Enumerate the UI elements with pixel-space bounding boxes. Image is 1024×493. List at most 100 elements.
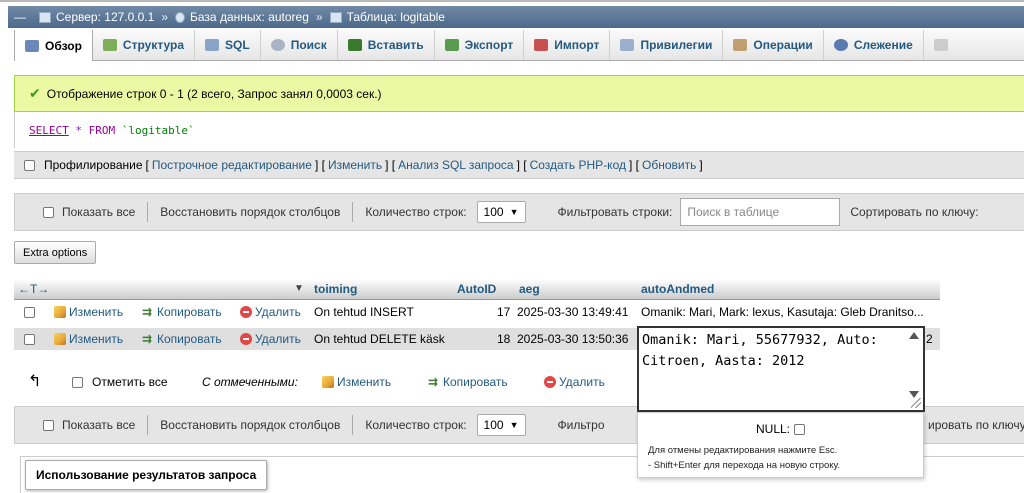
tab-label: Экспорт — [464, 38, 514, 52]
bulk-copy-button[interactable]: ⇉ Копировать — [428, 375, 508, 389]
tab-operations[interactable]: Операции — [723, 30, 824, 60]
bulk-actions: ↰ Отметить все С отмеченными: Изменить ⇉… — [14, 370, 654, 396]
show-all-checkbox[interactable] — [43, 206, 54, 218]
cell-autoid[interactable]: 17 — [497, 305, 510, 319]
rows-count-value: 100 — [483, 418, 504, 432]
edit-query-link[interactable]: Изменить — [328, 158, 382, 172]
check-all-checkbox[interactable] — [72, 377, 83, 388]
editor-help-shift-enter: - Shift+Enter для перехода на новую стро… — [648, 460, 840, 471]
cell-edit-textarea[interactable]: Omanik: Mari, 55677932, Auto: Citroen, A… — [639, 328, 902, 406]
column-header-toiming[interactable]: toiming — [314, 282, 357, 296]
table-icon — [329, 11, 342, 23]
filter-rows-input[interactable]: Поиск в таблице — [680, 198, 841, 226]
breadcrumb-table[interactable]: Таблица: logitable — [347, 10, 445, 24]
cell-toiming[interactable]: On tehtud DELETE käsk — [314, 332, 445, 346]
rows-count-select[interactable]: 100 ▼ — [476, 201, 526, 223]
extra-options-button[interactable]: Extra options — [14, 241, 97, 264]
tab-structure[interactable]: Структура — [93, 30, 196, 60]
rows-count-label: Количество строк: — [365, 418, 467, 432]
tracking-icon — [833, 39, 848, 51]
tab-label: Операции — [753, 38, 813, 52]
breadcrumb-separator: » — [161, 10, 169, 24]
top-accent-line — [0, 0, 1024, 2]
delete-row-button[interactable]: Удалить — [240, 332, 301, 346]
sql-select-keyword[interactable]: SELECT — [29, 124, 69, 137]
tab-browse[interactable]: Обзор — [14, 30, 93, 61]
top-bar: — Сервер: 127.0.0.1 » База данных: autor… — [0, 0, 1024, 30]
restore-column-order-button[interactable]: Восстановить порядок столбцов — [160, 205, 340, 219]
null-label: NULL: — [755, 422, 790, 436]
tab-label: Обзор — [45, 38, 82, 53]
cell-toiming[interactable]: On tehtud INSERT — [314, 305, 414, 319]
copy-row-button[interactable]: ⇉ Копировать — [142, 305, 222, 319]
show-all-label[interactable]: Показать все — [62, 418, 135, 432]
editor-help-esc: Для отмены редактирования нажмите Esc. — [648, 445, 838, 456]
cell-aeg[interactable]: 2025-03-30 13:50:36 — [517, 332, 628, 346]
editor-help-panel: NULL: Для отмены редактирования нажмите … — [637, 412, 924, 478]
success-message: ✔ Отображение строк 0 - 1 (2 всего, Запр… — [14, 75, 1024, 112]
create-php-link[interactable]: Создать PHP-код — [530, 158, 626, 172]
inline-cell-editor: Omanik: Mari, 55677932, Auto: Citroen, A… — [637, 326, 925, 412]
sql-query: SELECT * FROM `logitable` — [14, 112, 1024, 148]
tab-label: Поиск — [290, 38, 327, 52]
resize-grip-icon[interactable] — [911, 398, 921, 408]
show-all-label[interactable]: Показать все — [62, 205, 135, 219]
with-selected-label: С отмеченными: — [202, 375, 298, 389]
cell-autoandmed[interactable]: Omanik: Mari, Mark: lexus, Kasutaja: Gle… — [641, 305, 924, 319]
row-checkbox[interactable] — [24, 334, 35, 345]
operations-icon — [733, 39, 748, 51]
tab-import[interactable]: Импорт — [524, 30, 611, 60]
copy-row-button[interactable]: ⇉ Копировать — [142, 332, 222, 346]
sql-star: * — [75, 123, 82, 137]
cell-aeg[interactable]: 2025-03-30 13:49:41 — [517, 305, 628, 319]
collapse-icon[interactable]: — — [14, 10, 26, 24]
breadcrumb-server[interactable]: Сервер: 127.0.0.1 — [56, 10, 154, 24]
tab-search[interactable]: Поиск — [261, 30, 338, 60]
bracket: [ — [145, 158, 149, 172]
column-arrows[interactable]: ←T→ — [18, 282, 49, 296]
delete-icon — [544, 376, 556, 388]
edit-row-button[interactable]: Изменить — [54, 332, 123, 346]
bulk-delete-button[interactable]: Удалить — [544, 375, 605, 389]
tab-sql[interactable]: SQL — [195, 30, 261, 60]
column-header-autoid[interactable]: AutoID — [457, 282, 496, 296]
bulk-edit-button[interactable]: Изменить — [322, 375, 391, 389]
restore-column-order-button[interactable]: Восстановить порядок столбцов — [160, 418, 340, 432]
sort-by-key-label: ировать по ключу: — [928, 418, 1024, 432]
server-icon — [39, 11, 51, 23]
tab-label: Слежение — [853, 38, 913, 52]
chevron-down-icon: ▼ — [509, 420, 519, 430]
check-all-label[interactable]: Отметить все — [92, 375, 168, 389]
tab-privileges[interactable]: Привилегии — [610, 30, 724, 60]
sort-by-key-label: Сортировать по ключу: — [850, 205, 979, 219]
tab-tracking[interactable]: Слежение — [824, 30, 924, 60]
tab-export[interactable]: Экспорт — [435, 30, 525, 60]
column-header-aeg[interactable]: aeg — [519, 282, 540, 296]
show-all-checkbox[interactable] — [43, 419, 54, 431]
tab-label: Структура — [122, 38, 185, 52]
profiling-checkbox[interactable] — [24, 159, 35, 171]
cell-autoid[interactable]: 18 — [497, 332, 510, 346]
null-checkbox[interactable] — [794, 423, 805, 435]
tab-more[interactable] — [924, 30, 958, 60]
cell-autoandmed[interactable]: 2 — [926, 332, 933, 346]
explain-sql-link[interactable]: Анализ SQL запроса — [398, 158, 513, 172]
refresh-link[interactable]: Обновить — [642, 158, 696, 172]
profiling-bar: Профилирование [Построчное редактировани… — [14, 151, 1024, 179]
breadcrumb-database[interactable]: База данных: autoreg — [190, 10, 309, 24]
column-header-autoandmed[interactable]: autoAndmed — [641, 282, 714, 296]
rows-count-select[interactable]: 100 ▼ — [476, 414, 526, 436]
divider — [352, 202, 354, 222]
edit-row-button[interactable]: Изменить — [54, 305, 123, 319]
scroll-up-icon[interactable] — [909, 332, 919, 339]
textarea-scrollbar[interactable] — [907, 330, 921, 400]
sort-icon[interactable]: ▼ — [294, 283, 304, 294]
scroll-down-icon[interactable] — [909, 391, 919, 398]
tab-label: Импорт — [554, 38, 600, 52]
export-icon — [444, 39, 459, 51]
delete-row-button[interactable]: Удалить — [240, 305, 301, 319]
divider — [147, 415, 149, 435]
tab-insert[interactable]: Вставить — [338, 30, 435, 60]
inline-edit-link[interactable]: Построчное редактирование — [152, 158, 312, 172]
row-checkbox[interactable] — [24, 307, 35, 318]
